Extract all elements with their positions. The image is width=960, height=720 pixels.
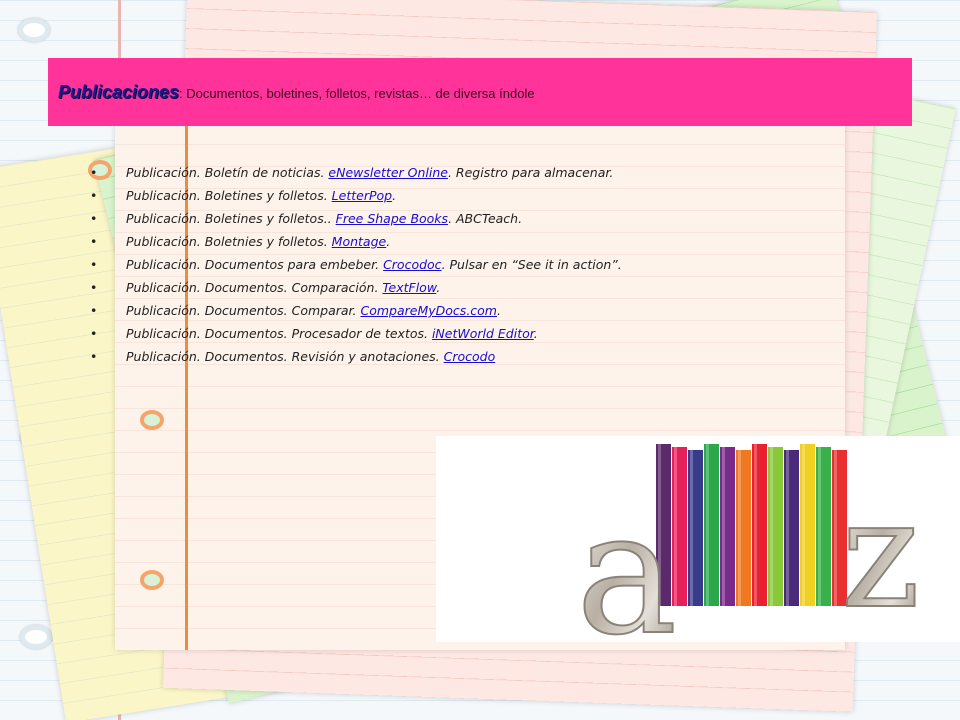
item-suffix: . Registro para almacenar. <box>447 165 614 180</box>
book-spine-highlight <box>706 444 709 606</box>
item-suffix: . <box>392 188 397 203</box>
item-suffix: . <box>533 326 538 341</box>
bullet-icon: • <box>90 349 98 364</box>
book-spine-highlight <box>834 450 837 606</box>
bullet-icon: • <box>90 211 98 226</box>
book-spine-highlight <box>722 447 725 606</box>
list-item: • Publicación. Documentos. Procesador de … <box>90 326 622 349</box>
list-item: • Publicación. Boletnies y folletos. Mont… <box>90 234 622 257</box>
bullet-icon: • <box>90 257 98 272</box>
link-crocodo[interactable]: Crocodo <box>444 349 496 364</box>
paper-hole <box>140 570 164 590</box>
item-suffix: . <box>436 280 441 295</box>
item-text: Publicación. Documentos para embeber. <box>126 257 384 272</box>
a-z-books-image: a z <box>436 436 960 642</box>
paper-hole <box>140 410 164 430</box>
list-item: • Publicación. Documentos para embeber. C… <box>90 257 622 280</box>
item-suffix: . ABCTeach. <box>448 211 523 226</box>
letter-z-sculpture: z <box>841 468 920 642</box>
item-suffix: . <box>386 234 391 249</box>
a-z-books-illustration: a z <box>575 444 921 642</box>
item-text: Publicación. Boletines y folletos. <box>126 188 332 203</box>
book-spine-highlight <box>818 447 821 606</box>
item-suffix: . Pulsar en “See it in action”. <box>441 257 622 272</box>
title-subtitle: : Documentos, boletines, folletos, revis… <box>179 85 535 101</box>
item-text: Publicación. Boletines y folletos.. <box>126 211 336 226</box>
link-montage[interactable]: Montage <box>332 234 387 249</box>
book-spine-highlight <box>802 444 805 606</box>
book-spine-highlight <box>690 450 693 606</box>
list-item: • Publicación. Boletines y folletos. Lett… <box>90 188 622 211</box>
book-spine-highlight <box>770 447 773 606</box>
link-inetworld-editor[interactable]: iNetWorld Editor <box>432 326 534 341</box>
item-text: Publicación. Documentos. Procesador de t… <box>126 326 432 341</box>
list-item: • Publicación. Documentos. Revisión y ano… <box>90 349 622 372</box>
link-comparemydocs[interactable]: CompareMyDocs.com <box>361 303 498 318</box>
item-text: Publicación. Boletín de noticias. <box>126 165 329 180</box>
item-text: Publicación. Documentos. Comparación. <box>126 280 383 295</box>
bullet-icon: • <box>90 234 98 249</box>
bullet-icon: • <box>90 280 98 295</box>
list-item: • Publicación. Documentos. Comparar. Comp… <box>90 303 622 326</box>
book-spine-highlight <box>786 450 789 606</box>
title-main: Publicaciones <box>58 81 180 102</box>
list-item: • Publicación. Boletines y folletos.. Fre… <box>90 211 622 234</box>
item-text: Publicación. Documentos. Comparar. <box>126 303 361 318</box>
book-spine-highlight <box>754 444 757 606</box>
page-title: Publicaciones: Documentos, boletines, fo… <box>58 82 535 103</box>
list-item: • Publicación. Boletín de noticias. eNews… <box>90 165 622 188</box>
book-spine-highlight <box>738 450 741 606</box>
bullet-icon: • <box>90 326 98 341</box>
title-bar: Publicaciones: Documentos, boletines, fo… <box>48 58 912 126</box>
link-letterpop[interactable]: LetterPop <box>332 188 392 203</box>
link-textflow[interactable]: TextFlow <box>382 280 436 295</box>
ring-hole <box>20 625 52 649</box>
link-crocodoc[interactable]: Crocodoc <box>383 257 442 272</box>
bullet-icon: • <box>90 165 98 180</box>
item-text: Publicación. Documentos. Revisión y anot… <box>126 349 444 364</box>
bullet-icon: • <box>90 303 98 318</box>
book-spines <box>656 444 847 606</box>
ring-hole <box>18 18 50 42</box>
publications-list: • Publicación. Boletín de noticias. eNews… <box>90 165 622 372</box>
letter-a-sculpture: a <box>576 475 677 642</box>
link-enewsletter-online[interactable]: eNewsletter Online <box>328 165 448 180</box>
item-text: Publicación. Boletnies y folletos. <box>126 234 332 249</box>
link-free-shape-books[interactable]: Free Shape Books <box>336 211 448 226</box>
item-suffix: . <box>497 303 501 318</box>
bullet-icon: • <box>90 188 98 203</box>
list-item: • Publicación. Documentos. Comparación. T… <box>90 280 622 303</box>
